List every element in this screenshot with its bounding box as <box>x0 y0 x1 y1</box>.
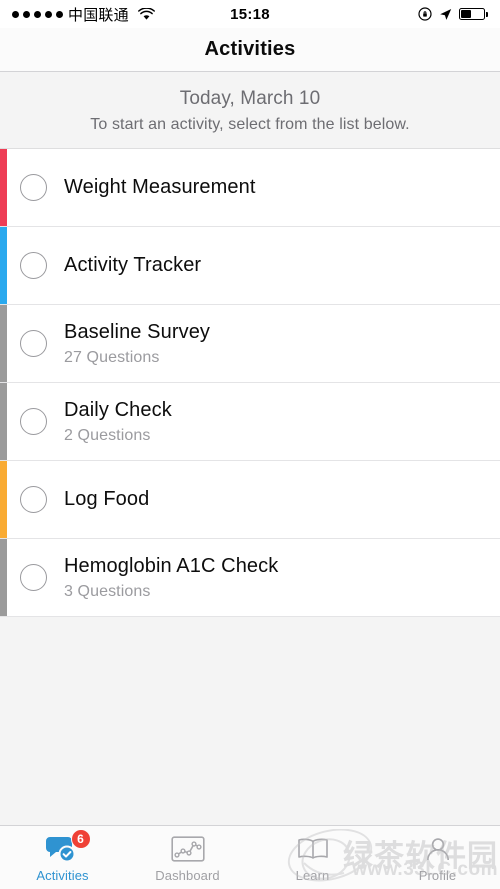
activity-row[interactable]: Log Food <box>0 461 500 539</box>
activity-text: Log Food <box>64 488 149 511</box>
status-bar-right <box>418 7 488 21</box>
tab-bar: 6 Activities Dashboard Learn Profile 绿茶软件园 w… <box>0 825 500 889</box>
rotation-lock-icon <box>418 7 432 21</box>
activity-title: Hemoglobin A1C Check <box>64 554 279 577</box>
radio-unchecked-icon[interactable] <box>20 486 47 513</box>
carrier-label: 中国联通 <box>68 6 129 24</box>
activity-row[interactable]: Daily Check 2 Questions <box>0 383 500 461</box>
chat-bubbles-check-icon: 6 <box>45 828 91 865</box>
location-arrow-icon <box>440 8 452 20</box>
activity-text: Activity Tracker <box>64 254 201 277</box>
tab-badge: 6 <box>70 828 91 849</box>
list-header: Today, March 10 To start an activity, se… <box>0 72 500 149</box>
activity-color-bar <box>0 383 7 460</box>
tab-label: Activities <box>36 867 89 883</box>
radio-unchecked-icon[interactable] <box>20 330 47 357</box>
signal-strength-icon <box>12 10 63 18</box>
phone-screen: 中国联通 15:18 Activities Today, March 10 To… <box>0 0 500 889</box>
activity-text: Hemoglobin A1C Check 3 Questions <box>64 555 278 601</box>
radio-unchecked-icon[interactable] <box>20 174 47 201</box>
activity-text: Weight Measurement <box>64 176 256 199</box>
list-empty-area <box>0 617 500 825</box>
activity-color-bar <box>0 461 7 538</box>
status-bar-left: 中国联通 <box>12 4 155 25</box>
activity-text: Baseline Survey 27 Questions <box>64 321 210 367</box>
tab-dashboard[interactable]: Dashboard <box>125 826 250 889</box>
tab-learn[interactable]: Learn <box>250 826 375 889</box>
person-icon <box>424 833 452 865</box>
activity-row[interactable]: Activity Tracker <box>0 227 500 305</box>
activity-color-bar <box>0 305 7 382</box>
page-title: Activities <box>204 38 296 60</box>
activity-title: Weight Measurement <box>64 176 256 198</box>
activity-title: Daily Check <box>64 398 172 421</box>
activity-color-bar <box>0 227 7 304</box>
activity-title: Activity Tracker <box>64 254 202 276</box>
status-bar: 中国联通 15:18 <box>0 0 500 28</box>
activity-subtitle: 3 Questions <box>64 582 151 600</box>
tab-label: Profile <box>418 867 457 883</box>
activity-title: Baseline Survey <box>64 320 211 343</box>
tab-label: Learn <box>295 867 330 883</box>
activity-subtitle: 27 Questions <box>64 348 160 366</box>
activity-row[interactable]: Baseline Survey 27 Questions <box>0 305 500 383</box>
radio-unchecked-icon[interactable] <box>20 252 47 279</box>
header-date: Today, March 10 <box>179 88 321 109</box>
activity-color-bar <box>0 149 7 226</box>
battery-icon <box>459 8 488 20</box>
nav-bar: Activities <box>0 28 500 72</box>
activity-row[interactable]: Hemoglobin A1C Check 3 Questions <box>0 539 500 617</box>
activity-color-bar <box>0 539 7 616</box>
tab-activities[interactable]: 6 Activities <box>0 826 125 889</box>
radio-unchecked-icon[interactable] <box>20 408 47 435</box>
open-book-icon <box>297 833 329 865</box>
header-hint: To start an activity, select from the li… <box>90 116 410 133</box>
tab-label: Dashboard <box>155 867 220 883</box>
radio-unchecked-icon[interactable] <box>20 564 47 591</box>
line-chart-icon <box>170 833 205 865</box>
activity-row[interactable]: Weight Measurement <box>0 149 500 227</box>
activity-text: Daily Check 2 Questions <box>64 399 172 445</box>
tab-profile[interactable]: Profile <box>375 826 500 889</box>
wifi-icon <box>137 7 155 20</box>
activity-subtitle: 2 Questions <box>64 426 151 444</box>
activity-list: Weight Measurement Activity Tracker Baseli… <box>0 149 500 617</box>
activity-title: Log Food <box>64 488 150 510</box>
